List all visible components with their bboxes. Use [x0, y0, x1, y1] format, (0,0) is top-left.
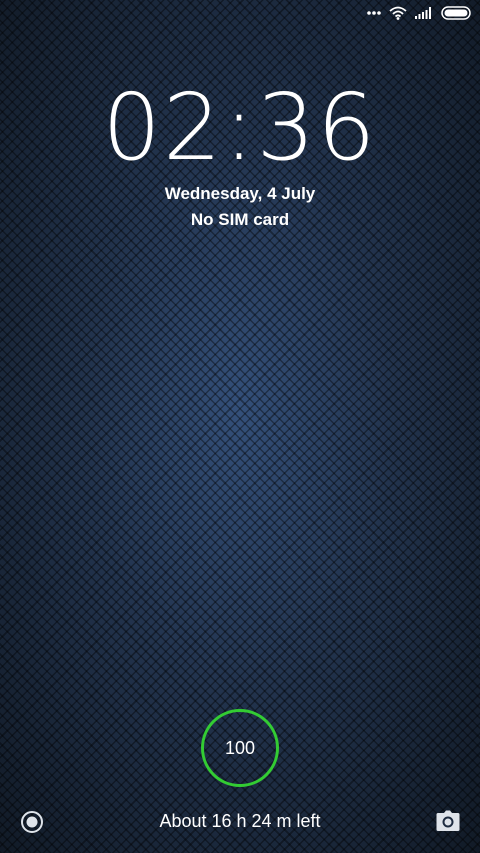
battery-icon	[441, 6, 473, 20]
camera-icon	[436, 810, 460, 831]
battery-level-indicator: 100	[201, 709, 279, 787]
battery-time-left: About 16 h 24 m left	[159, 811, 321, 831]
sim-status-label: No SIM card	[190, 210, 290, 229]
status-bar	[367, 0, 480, 26]
more-dots-icon	[367, 11, 381, 15]
signal-icon	[415, 7, 433, 19]
clock-time: 02:36	[102, 74, 378, 181]
date-label: Wednesday, 4 July	[164, 184, 316, 203]
camera-button[interactable]	[436, 810, 460, 832]
battery-level-value: 100	[224, 737, 256, 758]
wifi-icon	[389, 6, 407, 20]
